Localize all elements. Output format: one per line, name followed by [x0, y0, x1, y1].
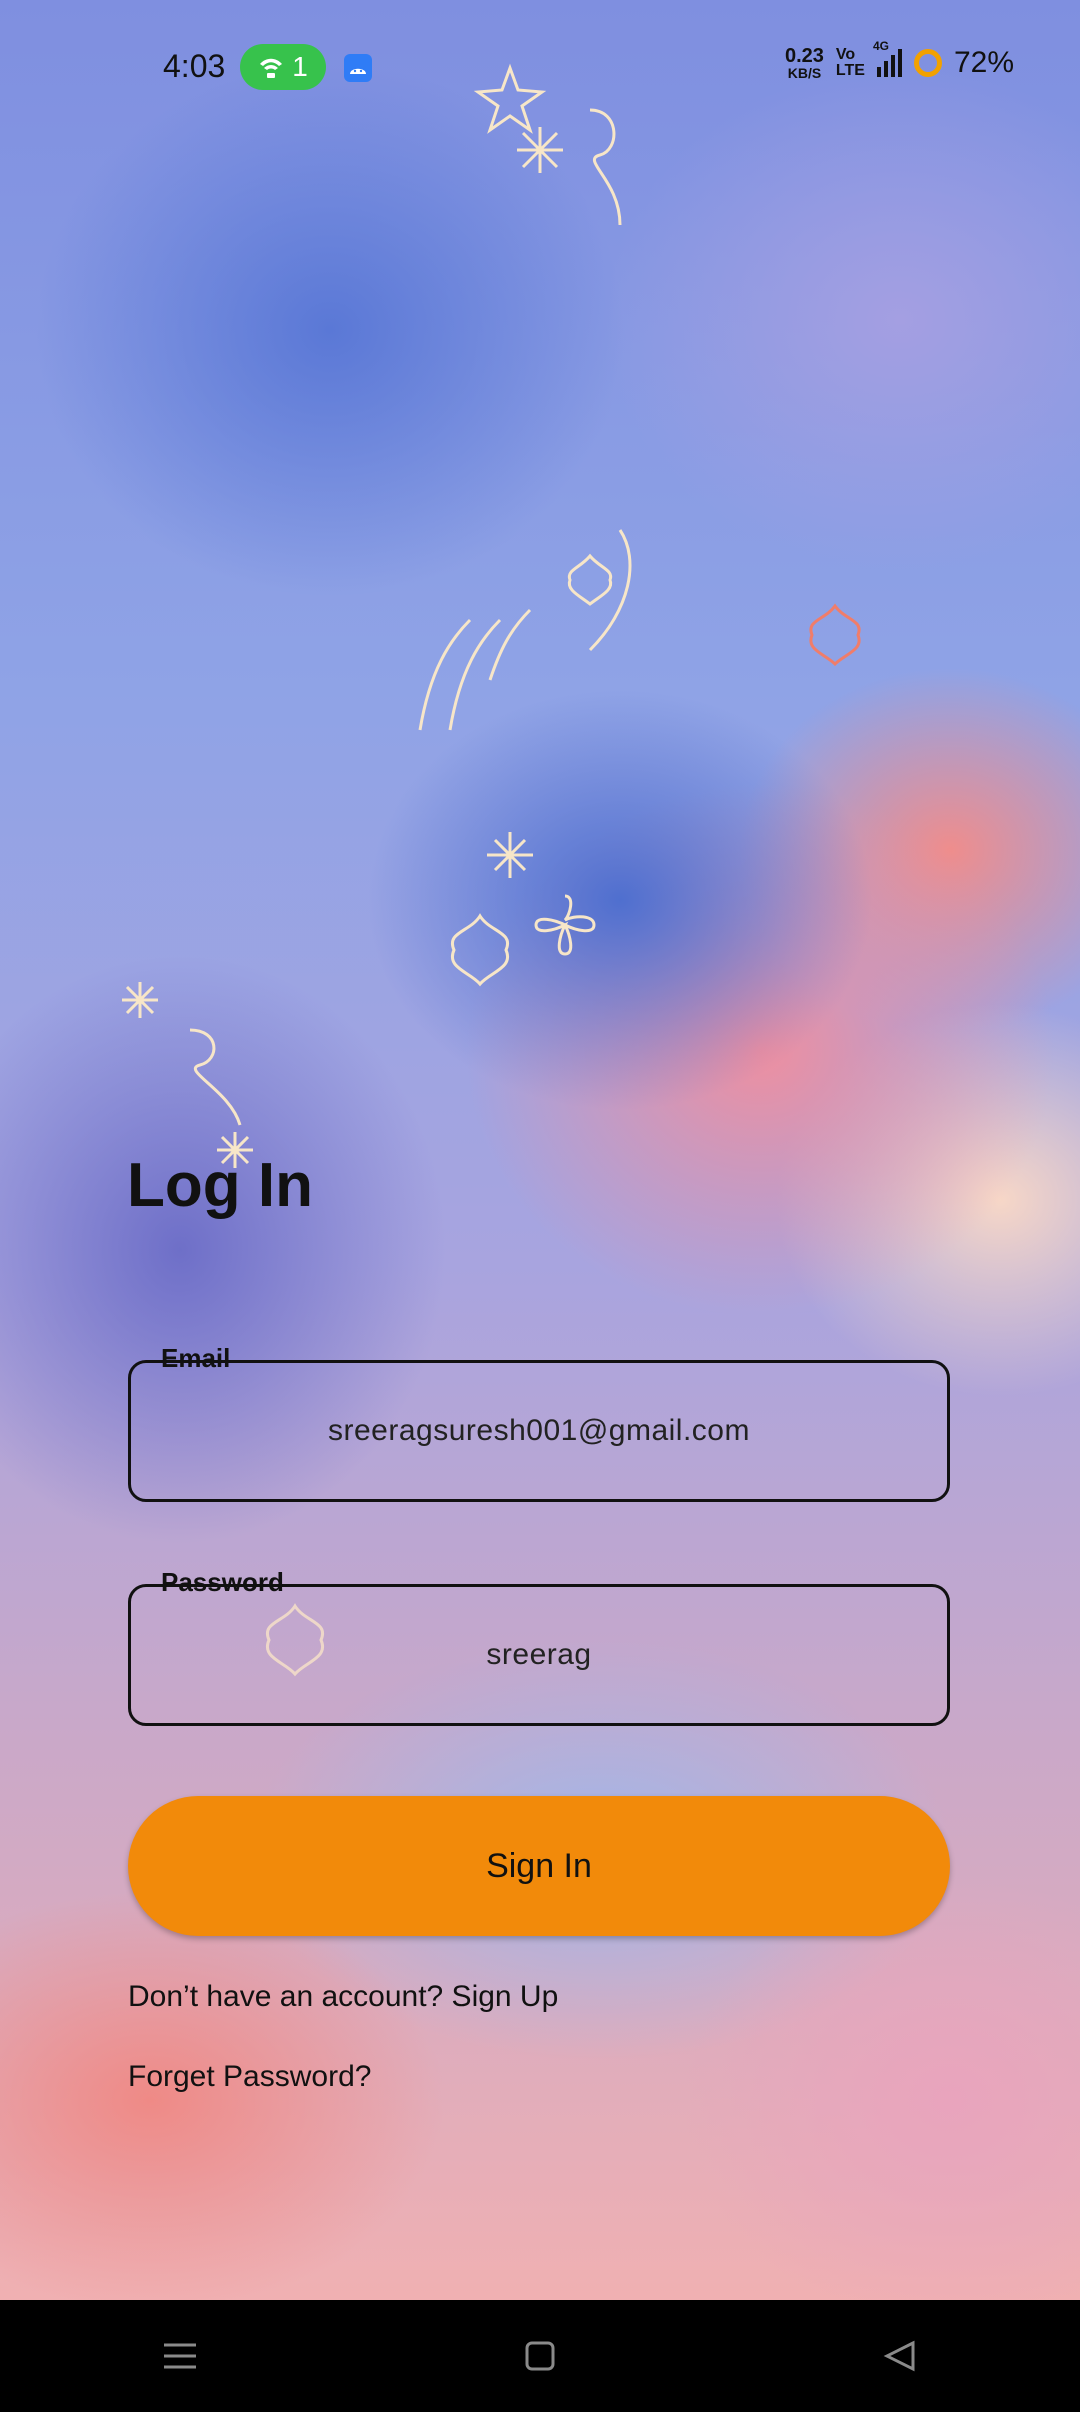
flower-doodle-icon	[809, 603, 861, 667]
hotspot-count: 1	[292, 51, 308, 82]
sparkle-doodle-icon	[122, 982, 158, 1018]
sign-in-button[interactable]: Sign In	[128, 1796, 950, 1936]
system-navigation-bar	[0, 2300, 1080, 2412]
battery-percent: 72%	[953, 46, 1014, 79]
hotspot-badge: 1	[240, 44, 326, 90]
signal-bars-icon: 4G	[873, 39, 902, 77]
page-title: Log In	[127, 1151, 313, 1220]
sparkle-doodle-icon	[487, 832, 533, 878]
forget-password-link[interactable]: Forget Password?	[128, 2060, 371, 2094]
android-icon	[344, 54, 372, 82]
flower-doodle-icon	[450, 913, 510, 987]
status-bar: 4:03 1 0.23 KB/S Vo LTE 4G 72%	[0, 0, 1080, 140]
email-input-value[interactable]: sreeragsuresh001@gmail.com	[131, 1363, 947, 1499]
swirl-doodle-icon	[189, 1028, 242, 1126]
sign-up-link[interactable]: Don’t have an account? Sign Up	[128, 1980, 558, 2014]
password-input-value[interactable]: sreerag	[131, 1587, 947, 1723]
status-time: 4:03	[163, 48, 226, 84]
back-triangle-icon[interactable]	[870, 2326, 930, 2386]
streaks-doodle-icon	[418, 529, 632, 731]
network-speed: 0.23 KB/S	[784, 45, 824, 81]
network-type: 4G	[872, 39, 889, 53]
menu-icon[interactable]	[150, 2326, 210, 2386]
password-field[interactable]: Password sreerag	[128, 1567, 950, 1726]
home-square-icon[interactable]	[510, 2326, 570, 2386]
battery-ring-icon	[913, 49, 942, 77]
status-right-group: 0.23 KB/S Vo LTE 4G 72%	[784, 39, 1014, 81]
email-field[interactable]: Email sreeragsuresh001@gmail.com	[128, 1343, 950, 1502]
wifi-hotspot-icon	[260, 58, 283, 78]
volte-indicator: Vo LTE	[835, 46, 865, 79]
plus-flower-doodle-icon	[534, 894, 596, 956]
flower-doodle-icon	[567, 553, 613, 606]
